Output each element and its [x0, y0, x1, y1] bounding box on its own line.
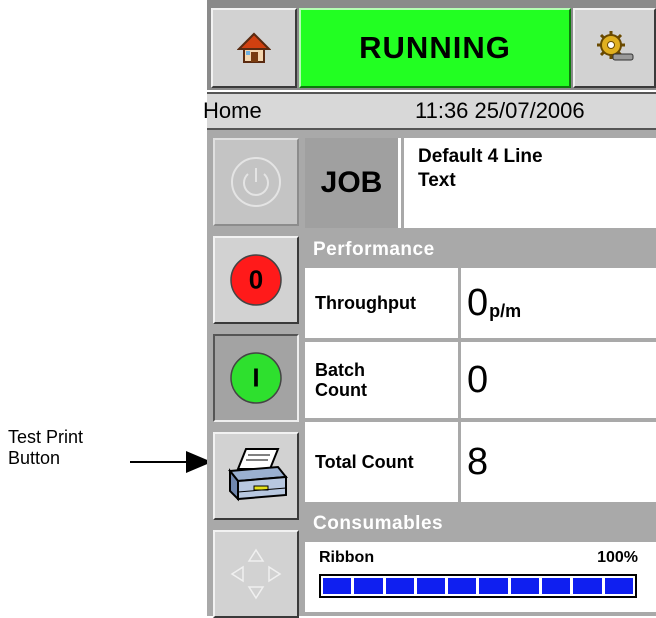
annotation-line-1: Test Print: [8, 427, 84, 447]
job-name: Default 4 Line Text: [404, 138, 656, 228]
job-name-line-1: Default 4 Line: [418, 146, 543, 167]
job-label: JOB: [305, 138, 401, 228]
power-icon: [231, 157, 281, 207]
page-title: Home: [203, 98, 262, 123]
arrows-icon: [230, 548, 282, 600]
throughput-row: Throughput 0 p/m: [305, 268, 656, 338]
job-name-line-2: Text: [418, 170, 456, 191]
ribbon-segment: [573, 578, 602, 594]
printer-icon: [228, 448, 288, 502]
batch-count-row: Batch Count 0: [305, 342, 656, 418]
status-indicator[interactable]: RUNNING: [299, 8, 571, 88]
top-bar: RUNNING: [207, 0, 656, 90]
date-time: 11:36 25/07/2006: [415, 98, 585, 123]
side-panel: 0 I: [207, 130, 305, 618]
settings-button[interactable]: [573, 8, 656, 88]
ribbon-segment: [510, 578, 540, 594]
throughput-value: 0 p/m: [467, 268, 521, 338]
home-button[interactable]: [211, 8, 297, 88]
annotation-line-2: Button: [8, 448, 61, 468]
ribbon-segment: [448, 578, 477, 594]
consumables-heading: Consumables: [313, 513, 444, 534]
ribbon-level-bar: [319, 574, 637, 598]
navigation-button[interactable]: [213, 530, 299, 618]
total-count-value: 8: [467, 440, 489, 483]
printer-screen: RUNNING Home 11:36 25/07/2006 0 I JOB De…: [203, 0, 656, 618]
main-panel: JOB Default 4 Line Text Performance Thro…: [305, 130, 656, 616]
start-label: I: [252, 362, 260, 393]
total-count-row: Total Count 8: [305, 422, 656, 502]
batch-count-value: 0: [467, 358, 489, 401]
ribbon-percent: 100%: [597, 549, 638, 566]
batch-count-label: Batch Count: [305, 342, 461, 418]
ribbon-status[interactable]: Ribbon 100%: [305, 542, 656, 612]
ribbon-segment: [416, 578, 446, 594]
stop-label: 0: [248, 264, 264, 295]
start-button[interactable]: I: [213, 334, 299, 422]
ribbon-segment: [542, 578, 571, 594]
test-print-button[interactable]: [213, 432, 299, 520]
ribbon-segment: [323, 578, 352, 594]
stop-button[interactable]: 0: [213, 236, 299, 324]
batch-label-line-2: Count: [315, 380, 367, 400]
total-count-label: Total Count: [305, 422, 461, 502]
power-button[interactable]: [213, 138, 299, 226]
gear-tool-icon: [596, 31, 633, 61]
performance-heading: Performance: [313, 239, 435, 260]
ribbon-segment: [354, 578, 383, 594]
ribbon-segment: [604, 578, 633, 594]
info-bar: Home 11:36 25/07/2006: [203, 92, 656, 130]
job-row[interactable]: JOB Default 4 Line Text: [305, 138, 656, 228]
annotation-arrow-icon: [130, 451, 212, 473]
test-print-annotation: Test Print Button: [8, 427, 83, 469]
throughput-number: 0: [467, 281, 489, 324]
throughput-label: Throughput: [305, 268, 461, 338]
batch-label-line-1: Batch: [315, 360, 366, 380]
home-icon: [237, 32, 271, 63]
ribbon-segment: [385, 578, 414, 594]
ribbon-segment: [479, 578, 508, 594]
ribbon-label: Ribbon: [319, 549, 375, 566]
throughput-unit: p/m: [489, 300, 522, 321]
